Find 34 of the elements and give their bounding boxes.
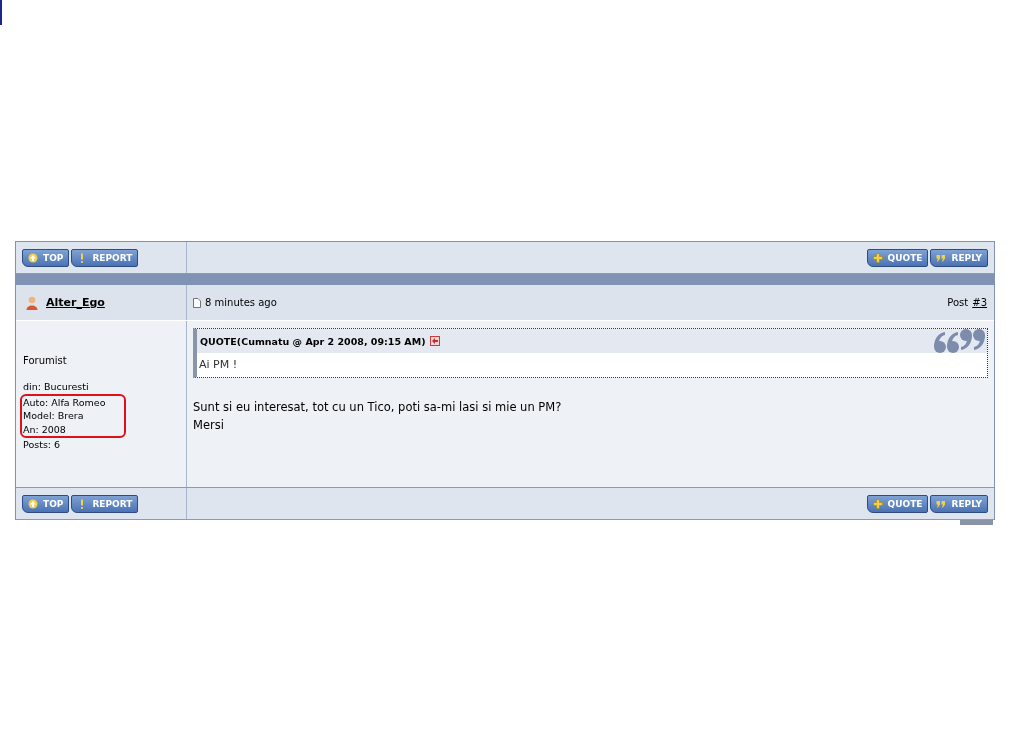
report-button[interactable]: REPORT — [71, 248, 139, 267]
post-text: Sunt si eu interesat, tot cu un Tico, poti sa-mi lasi si mie un PM? — [193, 399, 563, 416]
quote-button[interactable]: QUOTE — [866, 494, 929, 513]
post-text: Mersi — [193, 417, 225, 434]
plus-icon — [872, 252, 883, 263]
quote-text: Ai PM ! — [198, 357, 239, 373]
reply-button[interactable]: REPLY — [930, 494, 988, 513]
quote-header: QUOTE(Cumnatu @ Apr 2 2008, 09:15 AM) — [200, 335, 426, 347]
top-button[interactable]: TOP — [22, 248, 70, 267]
top-button[interactable]: TOP — [22, 494, 70, 513]
profile-line: Auto: Alfa Romeo — [23, 395, 107, 410]
reply-button[interactable]: REPLY — [930, 248, 988, 267]
profile-line: An: 2008 — [23, 422, 67, 437]
up-arrow-icon — [28, 252, 38, 263]
post-time: 8 minutes ago — [205, 297, 277, 308]
quotation-marks-icon — [933, 328, 985, 354]
report-button[interactable]: REPORT — [71, 494, 139, 513]
username-link[interactable]: Alter_Ego — [46, 296, 105, 309]
profile-line: Model: Brera — [23, 409, 85, 423]
plus-icon — [872, 498, 883, 509]
up-arrow-icon — [28, 498, 38, 509]
member-group: Forumist — [23, 355, 180, 366]
quote-marks-icon — [936, 252, 947, 263]
page-icon — [193, 297, 201, 308]
post-number-link[interactable]: #3 — [972, 297, 987, 308]
user-icon — [26, 295, 38, 310]
quote-button[interactable]: QUOTE — [866, 248, 929, 267]
profile-line: din: Bucuresti — [23, 380, 90, 394]
post-label: Post — [947, 297, 969, 308]
edge-bar — [0, 0, 2, 25]
scroll-bar — [960, 520, 993, 525]
quote-marks-icon — [936, 498, 947, 509]
back-arrow-icon[interactable] — [429, 336, 440, 346]
profile-line: Posts: 6 — [23, 438, 62, 452]
